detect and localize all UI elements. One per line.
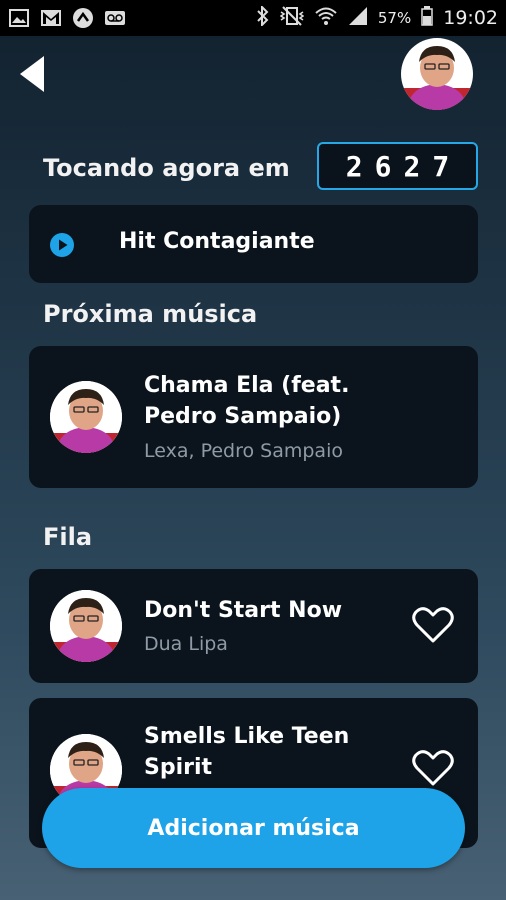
back-button[interactable] [16, 52, 50, 96]
play-button[interactable] [50, 233, 74, 257]
like-button[interactable] [411, 748, 455, 788]
song-title-line: Pedro Sampaio) [144, 404, 342, 429]
song-title-line: Smells Like Teen [144, 724, 350, 749]
clock: 19:02 [443, 7, 498, 29]
next-song-card[interactable]: Chama Ela (feat. Pedro Sampaio) Lexa, Pe… [29, 346, 478, 488]
battery-icon [421, 5, 433, 31]
arrow-up-icon [72, 8, 94, 28]
heart-icon [412, 750, 454, 786]
song-title-line: Chama Ela (feat. [144, 373, 350, 398]
back-arrow-icon [20, 56, 44, 92]
song-title-line: Spirit [144, 755, 213, 780]
queue-item[interactable]: Don't Start Now Dua Lipa [29, 569, 478, 683]
user-avatar [50, 381, 122, 453]
user-avatar [401, 38, 473, 110]
user-avatar [50, 590, 122, 662]
signal-icon [348, 6, 368, 31]
like-button[interactable] [411, 605, 455, 645]
gmail-icon [40, 8, 62, 28]
image-icon [8, 8, 30, 28]
song-artist: Dua Lipa [144, 633, 228, 655]
queue-label: Fila [43, 523, 93, 551]
profile-avatar[interactable] [401, 38, 473, 110]
voicemail-icon [104, 8, 126, 28]
now-playing-title: Hit Contagiante [119, 229, 315, 254]
battery-percent: 57% [377, 9, 412, 27]
now-playing-card: Hit Contagiante [29, 205, 478, 283]
system-indicators: 57% 19:02 [256, 4, 498, 31]
vibrate-icon [279, 5, 305, 31]
wifi-icon [314, 6, 338, 31]
next-song-label: Próxima música [43, 300, 258, 328]
notification-icons [8, 8, 126, 28]
now-playing-label: Tocando agora em [43, 154, 290, 182]
heart-icon [412, 607, 454, 643]
room-code: 2627 [317, 142, 478, 190]
play-circle-icon [50, 233, 74, 257]
avatar [50, 590, 122, 662]
bluetooth-icon [256, 4, 270, 31]
song-title-line: Don't Start Now [144, 598, 343, 623]
status-bar: 57% 19:02 [0, 0, 506, 36]
song-artist: Lexa, Pedro Sampaio [144, 440, 343, 462]
avatar [50, 381, 122, 453]
add-music-button[interactable]: Adicionar música [42, 788, 465, 868]
